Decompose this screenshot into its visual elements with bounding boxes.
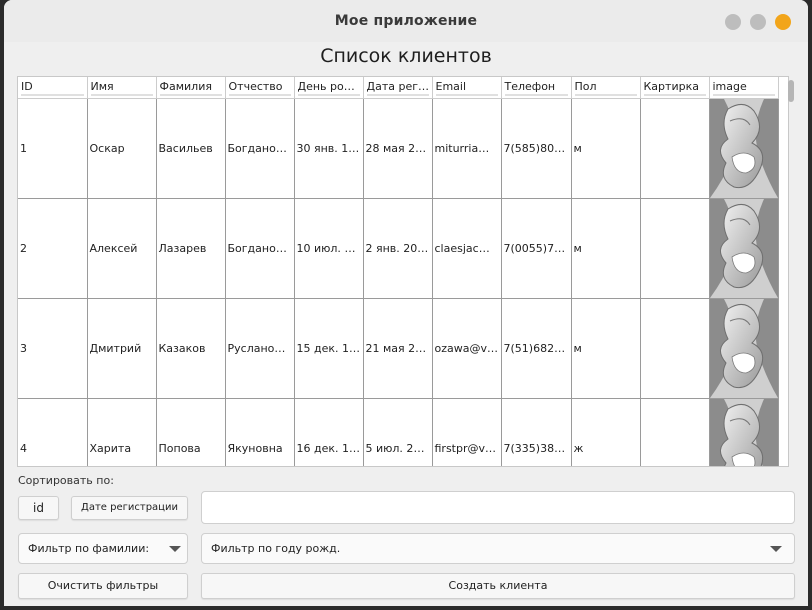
table-cell-phone: 7(0055)73… <box>501 198 572 299</box>
surname-filter-dropdown[interactable]: Фильтр по фамилии: <box>18 533 188 564</box>
column-header[interactable]: Дата рег… <box>363 77 433 99</box>
column-header-label: Пол <box>574 80 637 96</box>
column-header-label: День ро… <box>297 80 360 96</box>
table-row[interactable]: 4 Харита Попова Якуновна 16 дек. 19… 5 июл. 2… <box>18 398 779 466</box>
column-header[interactable]: Отчество <box>225 77 295 99</box>
table-cell-last: Казаков <box>156 298 226 399</box>
table-cell-email: ozawa@ve… <box>432 298 502 399</box>
table-cell-last: Васильев <box>156 98 226 199</box>
table-cell-email: miturria@… <box>432 98 502 199</box>
table-cell-email: claesjac@… <box>432 198 502 299</box>
maximize-button[interactable] <box>750 14 766 30</box>
table-cell-email: firstpr@v… <box>432 398 502 466</box>
page-title: Список клиентов <box>320 45 492 67</box>
table-cell-card <box>640 398 710 466</box>
column-header[interactable]: Email <box>432 77 502 99</box>
minimize-button[interactable] <box>725 14 741 30</box>
table-cell-gender: м <box>571 198 641 299</box>
table-cell-middle: Богданов… <box>225 198 295 299</box>
table-row[interactable]: 2 Алексей Лазарев Богданов… 10 июл. 1… 2 янв.… <box>18 198 779 299</box>
window-title: Мое приложение <box>334 13 478 29</box>
table-cell-gender: ж <box>571 398 641 466</box>
create-client-button[interactable]: Создать клиента <box>201 573 795 599</box>
table-cell-last: Лазарев <box>156 198 226 299</box>
table-row[interactable]: 1 Оскар Васильев Богданов… 30 янв. 1… 28 мая … <box>18 98 779 199</box>
column-header-label: ID <box>21 80 84 96</box>
table-cell-first: Харита <box>87 398 157 466</box>
column-header[interactable]: ID <box>18 77 88 99</box>
column-header-label: Имя <box>90 80 153 96</box>
client-photo <box>709 98 779 199</box>
table-cell-first: Дмитрий <box>87 298 157 399</box>
column-header-label: Email <box>435 80 498 96</box>
table-cell-last: Попова <box>156 398 226 466</box>
clear-filters-button[interactable]: Очистить фильтры <box>18 573 188 599</box>
sort-date-button[interactable]: Дате регистрации <box>71 496 188 520</box>
column-header[interactable]: Фамилия <box>156 77 226 99</box>
table-cell-middle: Русланович <box>225 298 295 399</box>
client-photo-image <box>709 399 777 466</box>
table-cell-middle: Богданов… <box>225 98 295 199</box>
table-cell-reg: 2 янв. 20… <box>363 198 433 299</box>
client-photo <box>709 398 779 466</box>
app-window: Мое приложение Список клиентов ID Имя Фами… <box>4 0 808 606</box>
table-row[interactable]: 3 Дмитрий Казаков Русланович 15 дек. 19… 21 м… <box>18 298 779 399</box>
column-header[interactable]: Картирка <box>640 77 710 99</box>
table-cell-gender: м <box>571 298 641 399</box>
table-cell-birth: 16 дек. 19… <box>294 398 364 466</box>
table-cell-card <box>640 98 710 199</box>
table-cell-reg: 5 июл. 20… <box>363 398 433 466</box>
table-cell-first: Оскар <box>87 98 157 199</box>
column-header[interactable]: Пол <box>571 77 641 99</box>
sort-label: Сортировать по: <box>18 474 114 487</box>
client-photo <box>709 298 779 399</box>
column-header-label: image <box>712 80 775 96</box>
client-photo-image <box>709 299 777 398</box>
table-cell-middle: Якуновна <box>225 398 295 466</box>
table-cell-phone: 7(51)682-… <box>501 298 572 399</box>
table-cell-birth: 30 янв. 1… <box>294 98 364 199</box>
table-cell-id: 4 <box>18 398 88 466</box>
table-cell-phone: 7(335)386… <box>501 398 572 466</box>
title-bar: Мое приложение <box>4 0 808 42</box>
table-header: ID Имя Фамилия Отчество День ро… Дата рег… Ema… <box>18 77 779 99</box>
column-header-label: Телефон <box>504 80 568 96</box>
clients-table[interactable]: ID Имя Фамилия Отчество День ро… Дата рег… Ema… <box>17 76 789 467</box>
table-cell-card <box>640 298 710 399</box>
table-cell-first: Алексей <box>87 198 157 299</box>
column-header-label: Картирка <box>643 80 706 96</box>
column-header[interactable]: День ро… <box>294 77 364 99</box>
year-filter-label: Фильтр по году рожд. <box>211 542 341 555</box>
table-cell-reg: 28 мая 20… <box>363 98 433 199</box>
table-cell-id: 1 <box>18 98 88 199</box>
client-photo <box>709 198 779 299</box>
table-scrollbar[interactable] <box>788 80 794 102</box>
table-cell-birth: 15 дек. 19… <box>294 298 364 399</box>
table-cell-gender: м <box>571 98 641 199</box>
column-header[interactable]: Телефон <box>501 77 572 99</box>
chevron-down-icon <box>169 546 181 552</box>
chevron-down-icon <box>770 546 782 552</box>
column-header-label: Отчество <box>228 80 291 96</box>
column-header[interactable]: Имя <box>87 77 157 99</box>
column-header[interactable]: image <box>709 77 779 99</box>
year-filter-dropdown[interactable]: Фильтр по году рожд. <box>201 533 795 564</box>
close-button[interactable] <box>775 14 791 30</box>
client-photo-image <box>709 199 777 298</box>
surname-filter-label: Фильтр по фамилии: <box>28 542 150 555</box>
table-cell-id: 3 <box>18 298 88 399</box>
table-cell-id: 2 <box>18 198 88 299</box>
column-header-label: Фамилия <box>159 80 222 96</box>
table-cell-birth: 10 июл. 1… <box>294 198 364 299</box>
table-cell-reg: 21 мая 20… <box>363 298 433 399</box>
sort-id-button[interactable]: id <box>18 496 59 520</box>
table-cell-card <box>640 198 710 299</box>
table-cell-phone: 7(585)801… <box>501 98 572 199</box>
column-header-label: Дата рег… <box>366 80 429 96</box>
client-photo-image <box>709 99 777 198</box>
search-input[interactable] <box>201 491 795 524</box>
